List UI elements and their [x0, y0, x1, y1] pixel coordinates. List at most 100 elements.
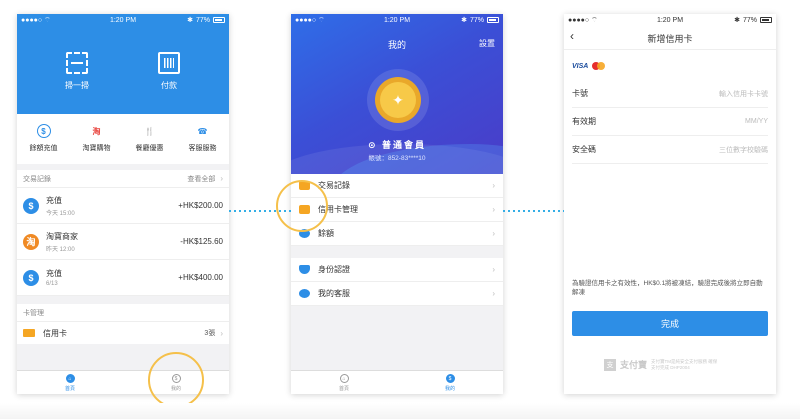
view-all-label: 查看全部 [187, 175, 216, 183]
taobao-icon: 淘 [92, 126, 101, 136]
home-icon: ⌂ [65, 374, 75, 383]
transaction-date: 昨天 12:00 [46, 246, 75, 253]
account-number: 帳號：852-83****10 [368, 155, 426, 162]
pay-button[interactable]: 付款 [139, 52, 199, 91]
status-bar: ●●●●○ ⌔ 1:20 PM ✱ 77% [17, 14, 229, 26]
taobao-merchant-icon: 淘 [23, 233, 39, 250]
chevron-right-icon: › [492, 265, 495, 274]
phone-home-screen: ●●●●○ ⌔ 1:20 PM ✱ 77% 掃一掃 付款 $ 餘額充值 淘 淘寶購… [17, 14, 229, 394]
transaction-title-text: 淘寶商家 [46, 231, 78, 241]
chevron-right-icon: › [220, 173, 223, 183]
dollar-icon: $ [445, 374, 455, 383]
highlight-circle [148, 352, 204, 408]
taobao-button[interactable]: 淘 淘寶購物 [70, 114, 123, 164]
menu-support[interactable]: 我的客服 › [291, 282, 503, 306]
transaction-title-text: 充值 [46, 269, 62, 278]
card-number-placeholder: 輸入信用卡卡號 [719, 90, 768, 98]
flow-connector [503, 210, 564, 212]
tab-home-label: 首頁 [338, 386, 349, 392]
barcode-icon [158, 52, 180, 74]
visa-logo: VISA [572, 62, 589, 70]
floor-shadow [0, 403, 800, 419]
nav-bar: 新增信用卡 [564, 28, 776, 50]
chevron-right-icon: › [492, 181, 495, 190]
card-management-title: 卡管理 [23, 309, 44, 317]
card-brands: VISA [572, 62, 606, 70]
credit-card-row[interactable]: 信用卡 3張 › [17, 322, 229, 344]
back-chevron-icon[interactable]: ‹ [570, 29, 574, 43]
menu-identity-label: 身份認證 [318, 265, 350, 274]
scan-icon [66, 52, 88, 74]
headset-icon: ☎ [197, 126, 208, 136]
battery-icon [760, 17, 772, 23]
scan-button[interactable]: 掃一掃 [47, 52, 107, 91]
profile-menu-secondary: 身份認證 › 我的客服 › [291, 258, 503, 306]
menu-support-label: 我的客服 [318, 289, 350, 298]
member-level-text: 普通會員 [382, 140, 427, 150]
transaction-amount: -HK$125.60 [180, 237, 223, 246]
card-management-section: 卡管理 信用卡 3張 › [17, 304, 229, 344]
chevron-right-icon: › [492, 289, 495, 298]
status-time: 1:20 PM [109, 16, 137, 24]
tab-mine-label: 我的 [444, 386, 455, 392]
transaction-title: 交易記錄 [23, 175, 51, 183]
taobao-label: 淘寶購物 [82, 145, 111, 152]
expiry-placeholder: MM/YY [745, 118, 768, 125]
expiry-label: 有效期 [572, 117, 596, 126]
menu-balance[interactable]: 餘額 › [291, 222, 503, 246]
tab-bar: ⌂ 首頁 $ 我的 [291, 370, 503, 394]
alipay-name: 支付寶 [620, 360, 648, 370]
restaurant-deals-label: 餐廳優惠 [135, 145, 164, 152]
page-title: 新增信用卡 [647, 34, 693, 44]
status-bar: ●●●●○ ⌔ 1:20 PM ✱ 77% [291, 14, 503, 26]
card-number-label: 卡號 [572, 89, 588, 98]
transaction-row[interactable]: $ 充值 今天 15:00 +HK$200.00 [17, 188, 229, 224]
tab-mine[interactable]: $ 我的 [397, 371, 503, 394]
member-medal-icon: ✦ [380, 82, 416, 118]
view-all-link[interactable]: 查看全部 › [187, 174, 223, 184]
footer-logo: 支 支付寶 支付寶TM是純安全支付服務 確保支付完成 DHP2004 [604, 358, 721, 371]
card-number-field[interactable]: 卡號 輸入信用卡卡號 [572, 80, 768, 108]
expiry-field[interactable]: 有效期 MM/YY [572, 108, 768, 136]
flow-connector [229, 210, 291, 212]
transaction-header: 交易記錄 查看全部 › [17, 170, 229, 188]
transaction-row[interactable]: 淘 淘寶商家昨天 12:00 -HK$125.60 [17, 224, 229, 260]
transaction-date: 今天 15:00 [46, 210, 75, 217]
transaction-row[interactable]: $ 充值 6/13 +HK$400.00 [17, 260, 229, 296]
tab-home[interactable]: ⌂ 首頁 [291, 371, 397, 394]
status-time: 1:20 PM [383, 16, 411, 24]
member-level: ⊙ 普通會員 [367, 140, 427, 150]
settings-button[interactable]: 設置 [479, 38, 495, 49]
restaurant-deals-button[interactable]: 🍴 餐廳優惠 [123, 114, 176, 164]
credit-card-label: 信用卡 [43, 328, 67, 338]
utensils-icon: 🍴 [144, 126, 155, 136]
cvv-label: 安全碼 [572, 145, 596, 154]
customer-service-label: 客服服務 [188, 145, 217, 152]
credit-card-icon [23, 329, 35, 337]
menu-transactions-label: 交易記錄 [318, 181, 350, 190]
card-count: 3張 [204, 330, 216, 337]
menu-identity[interactable]: 身份認證 › [291, 258, 503, 282]
battery-icon [213, 17, 225, 23]
transaction-amount: +HK$400.00 [178, 273, 223, 282]
home-icon: ⌂ [339, 374, 349, 383]
topup-label: 餘額充值 [29, 145, 58, 152]
chevron-right-icon: › [492, 205, 495, 214]
tab-home[interactable]: ⌂ 首頁 [17, 371, 123, 394]
done-button[interactable]: 完成 [572, 311, 768, 336]
transaction-amount: +HK$200.00 [178, 201, 223, 210]
chevron-right-icon: › [492, 229, 495, 238]
page-title: 我的 [387, 40, 406, 50]
cvv-field[interactable]: 安全碼 三位數字校驗碼 [572, 136, 768, 164]
alipay-description: 支付寶TM是純安全支付服務 確保支付完成 DHP2004 [651, 358, 718, 370]
topup-icon: $ [23, 269, 39, 286]
mastercard-logo [592, 62, 606, 70]
tab-home-label: 首頁 [64, 386, 75, 392]
topup-icon: $ [23, 197, 39, 214]
menu-balance-label: 餘額 [318, 229, 334, 238]
status-bar: ●●●●○ ⌔ 1:20 PM ✱ 77% [564, 14, 776, 26]
chevron-right-icon: › [220, 328, 223, 338]
phone-add-card-screen: ●●●●○ ⌔ 1:20 PM ✱ 77% 新增信用卡 ‹ VISA 卡號 輸入信用… [564, 14, 776, 394]
topup-button[interactable]: $ 餘額充值 [17, 114, 70, 164]
customer-service-button[interactable]: ☎ 客服服務 [176, 114, 229, 164]
